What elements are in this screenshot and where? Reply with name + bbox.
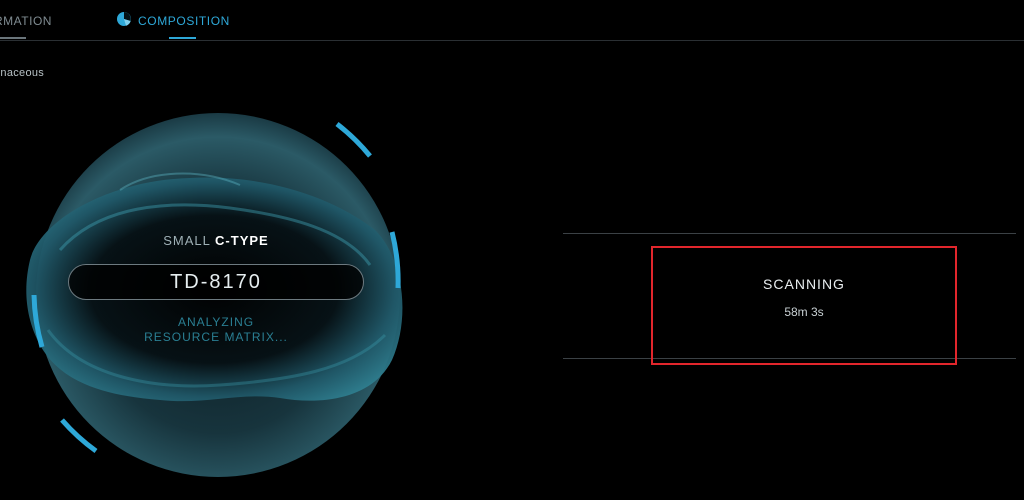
tab-composition[interactable]: COMPOSITION [116, 11, 230, 39]
tab-composition-label: COMPOSITION [138, 13, 230, 28]
asteroid-designation: TD-8170 [170, 270, 262, 293]
asteroid-type-word: C-TYPE [215, 233, 269, 248]
subtype-text: onaceous [0, 67, 45, 79]
scan-divider-top [563, 233, 1016, 234]
tab-composition-underline [169, 37, 196, 39]
asteroid-designation-pill: TD-8170 [68, 264, 364, 300]
asteroid-size-word: SMALL [163, 233, 211, 248]
pie-chart-icon [116, 11, 132, 30]
scan-time-remaining: 58m 3s [784, 305, 824, 319]
analyzing-line-1: ANALYZING [177, 315, 255, 329]
asteroid-class-label: SMALL C-TYPE [70, 233, 362, 248]
analyzing-status: ANALYZING RESOURCE MATRIX... [100, 315, 332, 345]
orbit-arc-top-right [335, 122, 372, 158]
analyzing-line-2: RESOURCE MATRIX... [144, 330, 288, 344]
tab-information-underline [0, 37, 26, 39]
tab-information-label: RMATION [0, 14, 52, 28]
asteroid-globe [0, 100, 440, 500]
tab-bar: RMATION COMPOSITION [0, 0, 1024, 41]
tab-information[interactable]: RMATION [0, 14, 52, 39]
scan-status-label: SCANNING [763, 276, 845, 292]
